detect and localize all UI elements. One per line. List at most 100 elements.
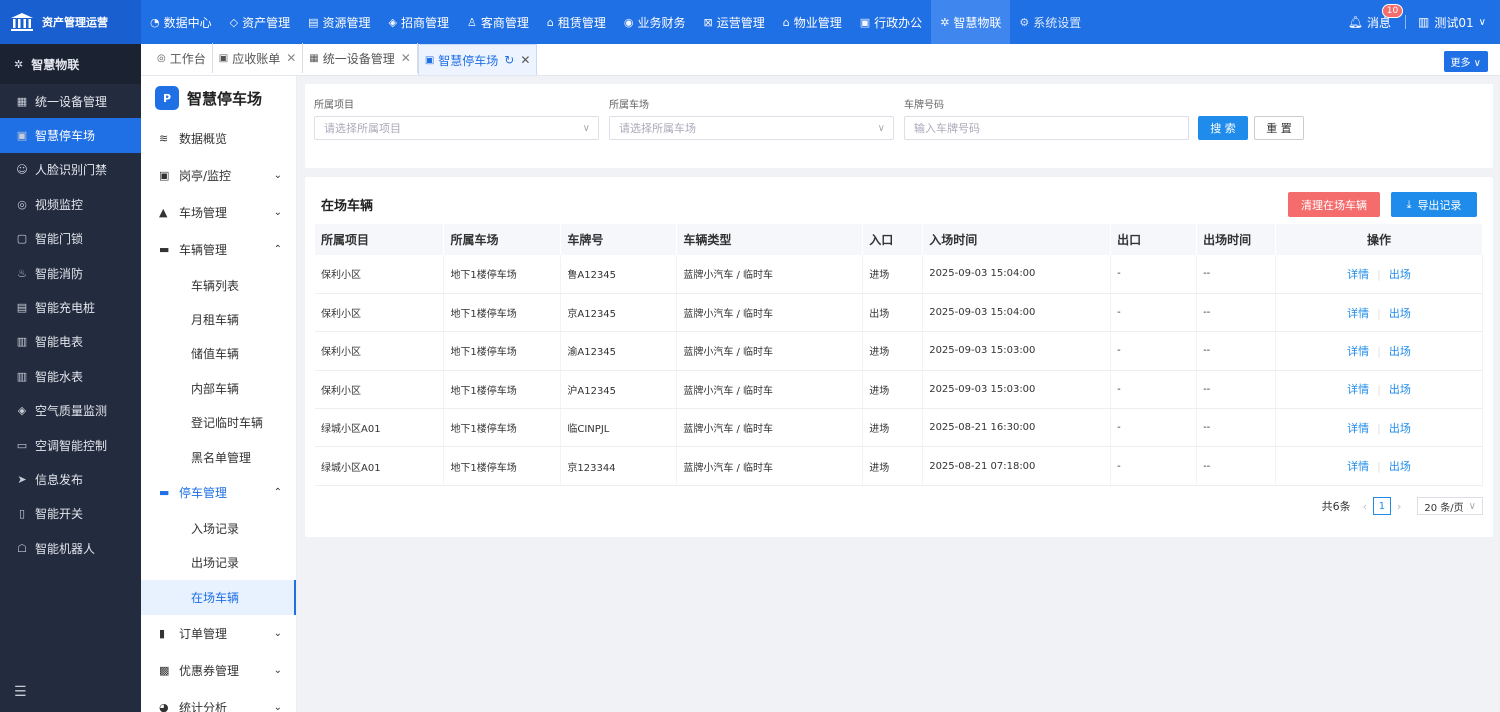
chevron-down-icon: ⌄	[273, 627, 282, 639]
top-nav-item[interactable]: ⌂ 租赁管理	[538, 0, 615, 44]
sidebar-item[interactable]: ▭ 空调智能控制	[0, 428, 141, 462]
sidebar-item[interactable]: ♨ 智能消防	[0, 256, 141, 290]
close-icon[interactable]: ✕	[401, 51, 411, 65]
top-nav-item[interactable]: ⊠ 运营管理	[695, 0, 774, 44]
nav-icon: ♙	[467, 15, 477, 29]
subnav-group[interactable]: ▬ 停车管理 ⌃	[141, 474, 296, 511]
export-button[interactable]: ⤓ 导出记录	[1391, 192, 1477, 217]
sidebar-item[interactable]: ▥ 智能水表	[0, 359, 141, 393]
sidebar-item[interactable]: ☖ 智能机器人	[0, 531, 141, 565]
subnav-item[interactable]: 入场记录	[141, 511, 296, 545]
sidebar-item[interactable]: ➤ 信息发布	[0, 462, 141, 496]
top-nav-item[interactable]: ▣ 行政办公	[851, 0, 931, 44]
cell-entry-time: 2025-08-21 07:18:00	[922, 446, 1112, 486]
subnav-group[interactable]: ≋ 数据概览	[141, 120, 296, 157]
sidebar-item[interactable]: ▯ 智能开关	[0, 497, 141, 531]
sidebar-item[interactable]: ◈ 空气质量监测	[0, 394, 141, 428]
subnav-item[interactable]: 出场记录	[141, 546, 296, 580]
brand-logo[interactable]: 资产管理运营	[0, 0, 141, 44]
cell-exit-time: --	[1196, 293, 1277, 333]
exit-link[interactable]: 出场	[1389, 307, 1411, 320]
page-number[interactable]: 1	[1372, 497, 1391, 515]
detail-link[interactable]: 详情	[1347, 307, 1369, 320]
detail-link[interactable]: 详情	[1347, 383, 1369, 396]
user-menu[interactable]: ▥ 测试01 ∨	[1418, 14, 1486, 31]
action-divider: |	[1377, 421, 1381, 435]
cell-project: 绿城小区A01	[315, 408, 445, 448]
sidebar-item[interactable]: ▥ 智能电表	[0, 325, 141, 359]
exit-link[interactable]: 出场	[1389, 383, 1411, 396]
project-select[interactable]: 请选择所属项目 ∨	[314, 116, 599, 140]
exit-link[interactable]: 出场	[1389, 268, 1411, 281]
clear-vehicles-button[interactable]: 清理在场车辆	[1288, 192, 1380, 217]
nav-icon: ▣	[859, 15, 871, 29]
prev-page-icon[interactable]: ‹	[1363, 500, 1367, 513]
subnav-group[interactable]: ◕ 统计分析 ⌄	[141, 689, 296, 712]
sidebar-item[interactable]: ▣ 智慧停车场	[0, 118, 141, 153]
lot-select[interactable]: 请选择所属车场 ∨	[609, 116, 894, 140]
tab[interactable]: ◎ 工作台	[151, 43, 213, 73]
subnav-group[interactable]: ▣ 岗亭/监控 ⌄	[141, 157, 296, 194]
top-nav-label: 资产管理	[242, 15, 291, 30]
subnav-group[interactable]: ▲ 车场管理 ⌄	[141, 194, 296, 231]
detail-link[interactable]: 详情	[1347, 268, 1369, 281]
detail-link[interactable]: 详情	[1347, 460, 1369, 473]
top-nav-item[interactable]: ◇ 资产管理	[221, 0, 299, 44]
subnav-group[interactable]: ▩ 优惠券管理 ⌄	[141, 652, 296, 689]
action-divider: |	[1377, 306, 1381, 320]
collapse-menu-icon[interactable]: ☰	[14, 684, 27, 700]
close-icon[interactable]: ✕	[286, 51, 296, 65]
exit-link[interactable]: 出场	[1389, 460, 1411, 473]
search-button[interactable]: 搜 索	[1198, 116, 1248, 140]
top-nav-item[interactable]: ⌂ 物业管理	[774, 0, 851, 44]
sidebar-item[interactable]: ▤ 智能充电桩	[0, 290, 141, 324]
subnav-item[interactable]: 在场车辆	[141, 580, 296, 615]
exit-link[interactable]: 出场	[1389, 422, 1411, 435]
top-nav-item[interactable]: ◉ 业务财务	[615, 0, 695, 44]
detail-link[interactable]: 详情	[1347, 345, 1369, 358]
chevron-up-icon: ⌃	[273, 487, 282, 499]
subnav-item[interactable]: 内部车辆	[141, 371, 296, 405]
top-nav-item[interactable]: ✲ 智慧物联	[931, 0, 1011, 44]
top-nav-item[interactable]: ♙ 客商管理	[458, 0, 538, 44]
top-nav-item[interactable]: ◈ 招商管理	[380, 0, 458, 44]
subnav-item[interactable]: 储值车辆	[141, 337, 296, 371]
top-nav-item[interactable]: ▤ 资源管理	[299, 0, 379, 44]
top-nav-item[interactable]: ⚙ 系统设置	[1010, 0, 1090, 44]
subnav-item[interactable]: 登记临时车辆	[141, 406, 296, 440]
subnav-item[interactable]: 车辆列表	[141, 268, 296, 302]
sidebar-item[interactable]: ◎ 视频监控	[0, 187, 141, 221]
reset-button[interactable]: 重 置	[1254, 116, 1304, 140]
plate-placeholder: 输入车牌号码	[914, 122, 980, 135]
subnav-item[interactable]: 黑名单管理	[141, 440, 296, 474]
subnav-title: P 智慧停车场	[141, 76, 296, 120]
close-icon[interactable]: ✕	[520, 53, 530, 67]
subnav-group[interactable]: ▮ 订单管理 ⌄	[141, 615, 296, 652]
chevron-down-icon: ⌄	[273, 207, 282, 218]
top-nav-label: 行政办公	[874, 15, 923, 30]
cell-project: 保利小区	[315, 255, 445, 294]
tab[interactable]: ▦ 统一设备管理 ✕	[303, 43, 418, 73]
column-header: 出场时间	[1196, 224, 1277, 255]
refresh-icon[interactable]: ↻	[504, 53, 514, 67]
sidebar-item[interactable]: ▦ 统一设备管理	[0, 84, 141, 118]
action-divider: |	[1377, 460, 1381, 474]
bank-icon	[11, 13, 33, 31]
brand-name: 资产管理运营	[42, 16, 108, 29]
plate-input[interactable]: 输入车牌号码	[904, 116, 1189, 140]
page-size-label: 20 条/页	[1424, 502, 1464, 514]
detail-link[interactable]: 详情	[1347, 422, 1369, 435]
tab[interactable]: ▣ 应收账单 ✕	[213, 43, 304, 73]
sidebar-item[interactable]: ☺ 人脸识别门禁	[0, 153, 141, 187]
subnav-item[interactable]: 月租车辆	[141, 302, 296, 336]
more-tabs-button[interactable]: 更多 ∨	[1443, 51, 1488, 72]
tab[interactable]: ▣ 智慧停车场 ↻ ✕	[417, 44, 538, 75]
sidebar-item[interactable]: ▢ 智能门锁	[0, 222, 141, 256]
top-nav-item[interactable]: ◔ 数据中心	[141, 0, 221, 44]
subnav-group[interactable]: ▬ 车辆管理 ⌃	[141, 231, 296, 268]
messages-button[interactable]: 🔔︎ 消息 10	[1348, 3, 1404, 31]
exit-link[interactable]: 出场	[1389, 345, 1411, 358]
page-size-select[interactable]: 20 条/页 ∨	[1417, 497, 1483, 515]
sidebar-item-label: 信息发布	[35, 472, 84, 487]
next-page-icon[interactable]: ›	[1397, 500, 1401, 513]
